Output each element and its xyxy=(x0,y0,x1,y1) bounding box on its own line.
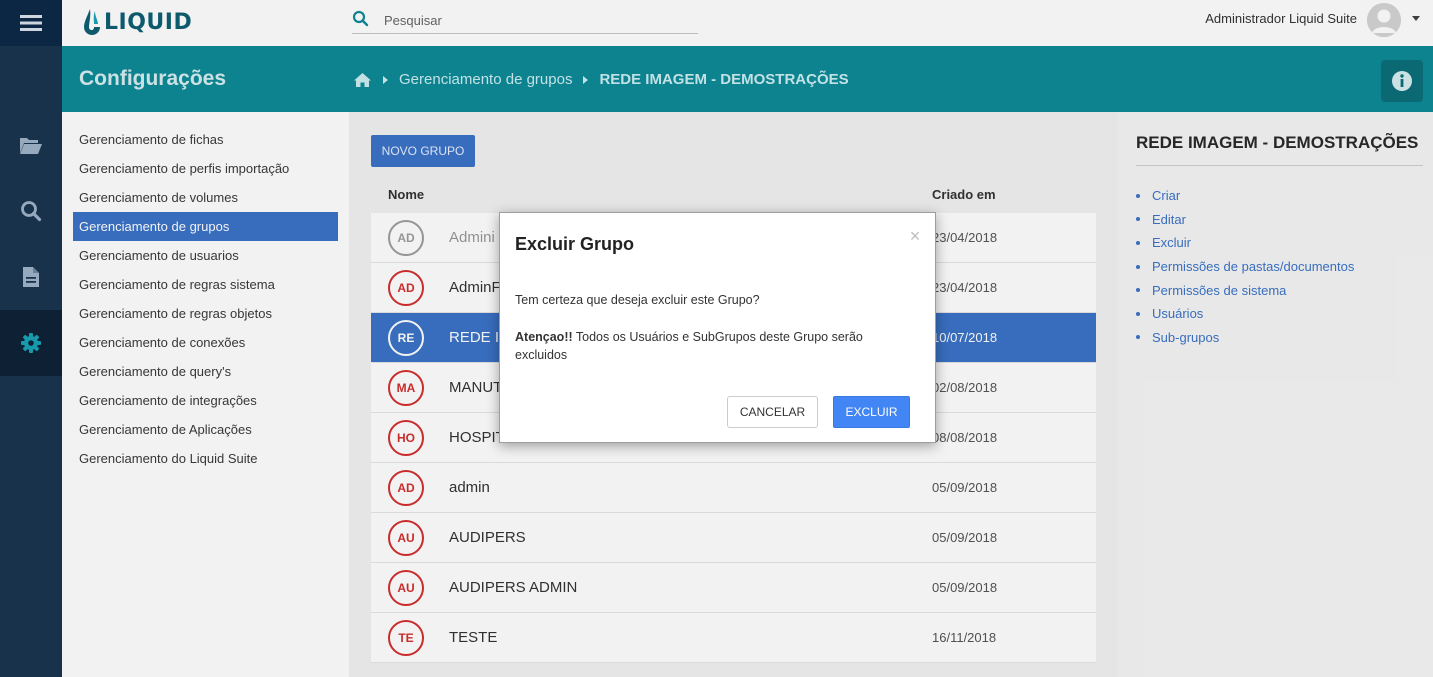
close-icon[interactable]: × xyxy=(907,227,923,245)
warning-label: Atençao!! xyxy=(515,330,573,344)
confirm-delete-button[interactable]: EXCLUIR xyxy=(833,396,910,428)
dialog-warning: Atençao!! Todos os Usuários e SubGrupos … xyxy=(515,328,915,364)
delete-group-dialog: Excluir Grupo × Tem certeza que deseja e… xyxy=(499,212,936,443)
cancel-button[interactable]: CANCELAR xyxy=(727,396,818,428)
dialog-question: Tem certeza que deseja excluir este Grup… xyxy=(515,293,760,307)
dialog-title: Excluir Grupo xyxy=(515,234,635,254)
